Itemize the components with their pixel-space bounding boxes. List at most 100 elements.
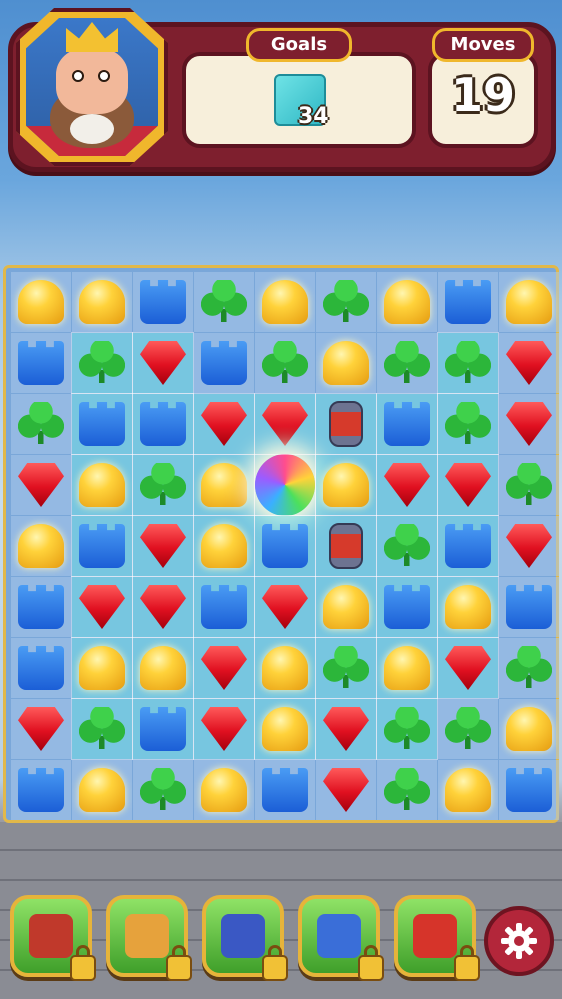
- yellow-piece-icon[interactable]: [384, 280, 430, 324]
- board-cell[interactable]: [194, 272, 254, 332]
- yellow-piece-icon[interactable]: [384, 646, 430, 690]
- blue-piece-icon[interactable]: [445, 524, 491, 568]
- board-cell[interactable]: [254, 454, 316, 516]
- yellow-piece-icon[interactable]: [323, 341, 369, 385]
- green-piece-icon[interactable]: [384, 341, 430, 385]
- blue-piece-icon[interactable]: [18, 585, 64, 629]
- board-cell[interactable]: [71, 637, 133, 699]
- blue-piece-icon[interactable]: [201, 585, 247, 629]
- board-cell[interactable]: [438, 272, 498, 332]
- board-cell[interactable]: [499, 516, 559, 576]
- board-cell[interactable]: [437, 637, 499, 699]
- yellow-piece-icon[interactable]: [79, 280, 125, 324]
- green-piece-icon[interactable]: [140, 768, 186, 812]
- board-cell[interactable]: [315, 698, 377, 760]
- board-cell[interactable]: [71, 393, 133, 455]
- board-cell[interactable]: [72, 272, 132, 332]
- green-piece-icon[interactable]: [323, 280, 369, 324]
- barrel-piece-icon[interactable]: [329, 401, 363, 447]
- booster-button[interactable]: [106, 895, 192, 981]
- barrel-piece-icon[interactable]: [329, 523, 363, 569]
- board-cell[interactable]: [132, 332, 194, 394]
- yellow-piece-icon[interactable]: [79, 463, 125, 507]
- board-cell[interactable]: [11, 272, 71, 332]
- green-piece-icon[interactable]: [79, 341, 125, 385]
- board-cell[interactable]: [193, 698, 255, 760]
- red-piece-icon[interactable]: [323, 707, 369, 751]
- blue-piece-icon[interactable]: [18, 768, 64, 812]
- green-piece-icon[interactable]: [18, 402, 64, 446]
- green-piece-icon[interactable]: [262, 341, 308, 385]
- yellow-piece-icon[interactable]: [323, 585, 369, 629]
- yellow-piece-icon[interactable]: [140, 646, 186, 690]
- board-cell[interactable]: [437, 576, 499, 638]
- green-piece-icon[interactable]: [140, 463, 186, 507]
- board-cell[interactable]: [438, 760, 498, 820]
- red-piece-icon[interactable]: [79, 585, 125, 629]
- board-cell[interactable]: [437, 332, 499, 394]
- red-piece-icon[interactable]: [262, 585, 308, 629]
- board-cell[interactable]: [499, 760, 559, 820]
- board-cell[interactable]: [193, 515, 255, 577]
- board-cell[interactable]: [132, 515, 194, 577]
- blue-piece-icon[interactable]: [384, 585, 430, 629]
- blue-piece-icon[interactable]: [140, 707, 186, 751]
- board-cell[interactable]: [316, 272, 376, 332]
- board-cell[interactable]: [377, 760, 437, 820]
- board-cell[interactable]: [316, 333, 376, 393]
- yellow-piece-icon[interactable]: [79, 646, 125, 690]
- board-cell[interactable]: [376, 698, 438, 760]
- board-cell[interactable]: [499, 272, 559, 332]
- board-cell[interactable]: [438, 699, 498, 759]
- board-cell[interactable]: [376, 515, 438, 577]
- board-cell[interactable]: [499, 638, 559, 698]
- red-piece-icon[interactable]: [201, 402, 247, 446]
- board-cell[interactable]: [11, 760, 71, 820]
- board-cell[interactable]: [254, 515, 316, 577]
- board-cell[interactable]: [315, 576, 377, 638]
- board-cell[interactable]: [132, 454, 194, 516]
- booster-button[interactable]: [298, 895, 384, 981]
- red-piece-icon[interactable]: [201, 646, 247, 690]
- yellow-piece-icon[interactable]: [18, 280, 64, 324]
- yellow-piece-icon[interactable]: [201, 768, 247, 812]
- red-piece-icon[interactable]: [262, 402, 308, 446]
- board-cell[interactable]: [132, 698, 194, 760]
- green-piece-icon[interactable]: [445, 402, 491, 446]
- board-cell[interactable]: [11, 516, 71, 576]
- board-cell[interactable]: [11, 638, 71, 698]
- board-cell[interactable]: [255, 272, 315, 332]
- green-piece-icon[interactable]: [384, 768, 430, 812]
- settings-button[interactable]: [484, 906, 554, 976]
- board-cell[interactable]: [132, 576, 194, 638]
- board-cell[interactable]: [194, 333, 254, 393]
- red-piece-icon[interactable]: [323, 768, 369, 812]
- board-cell[interactable]: [11, 699, 71, 759]
- board-cell[interactable]: [254, 576, 316, 638]
- board-cell[interactable]: [316, 760, 376, 820]
- yellow-piece-icon[interactable]: [201, 463, 247, 507]
- blue-piece-icon[interactable]: [262, 524, 308, 568]
- board-cell[interactable]: [255, 333, 315, 393]
- red-piece-icon[interactable]: [140, 585, 186, 629]
- board-cell[interactable]: [255, 760, 315, 820]
- green-piece-icon[interactable]: [506, 646, 552, 690]
- red-piece-icon[interactable]: [506, 524, 552, 568]
- board-cell[interactable]: [193, 637, 255, 699]
- booster-button[interactable]: [202, 895, 288, 981]
- board-cell[interactable]: [194, 760, 254, 820]
- booster-button[interactable]: [394, 895, 480, 981]
- board-cell[interactable]: [315, 454, 377, 516]
- blue-piece-icon[interactable]: [140, 280, 186, 324]
- board-cell[interactable]: [11, 455, 71, 515]
- board-cell[interactable]: [193, 454, 255, 516]
- green-piece-icon[interactable]: [445, 341, 491, 385]
- yellow-piece-icon[interactable]: [506, 707, 552, 751]
- board-cell[interactable]: [71, 332, 133, 394]
- board-cell[interactable]: [11, 577, 71, 637]
- board-cell[interactable]: [72, 760, 132, 820]
- board-cell[interactable]: [376, 637, 438, 699]
- red-piece-icon[interactable]: [506, 341, 552, 385]
- blue-piece-icon[interactable]: [18, 341, 64, 385]
- red-piece-icon[interactable]: [445, 646, 491, 690]
